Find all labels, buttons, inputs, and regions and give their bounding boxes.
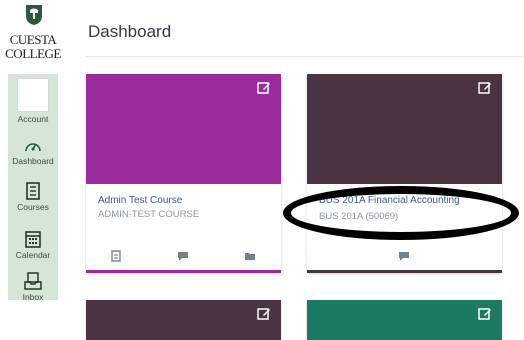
card-hero[interactable] — [86, 300, 281, 340]
nav-account[interactable]: Account — [0, 76, 66, 128]
courses-icon — [26, 182, 40, 200]
course-card-admin[interactable]: Admin Test Course ADMIN-TEST COURSE — [86, 74, 281, 273]
nav-courses[interactable]: Courses — [0, 182, 66, 212]
card-hero[interactable] — [86, 74, 281, 184]
logo-line-2: COLLEGE — [5, 46, 61, 61]
header-divider — [86, 56, 524, 57]
card-bottom-bar — [307, 270, 502, 273]
college-logo[interactable]: CUESTA COLLEGE — [0, 0, 66, 70]
card-subtitle: ADMIN-TEST COURSE — [98, 209, 200, 220]
nav-inbox-label: Inbox — [22, 292, 44, 302]
edit-icon[interactable] — [478, 307, 492, 321]
course-card-4[interactable] — [307, 300, 502, 340]
nav-calendar-label: Calendar — [15, 250, 51, 260]
course-card-3[interactable] — [86, 300, 281, 340]
redaction-ellipse — [283, 186, 519, 240]
nav-dashboard-label: Dashboard — [12, 156, 54, 166]
nav-calendar[interactable]: Calendar — [0, 230, 66, 260]
nav-dashboard[interactable]: Dashboard — [0, 138, 66, 166]
calendar-icon — [25, 231, 41, 248]
card-hero[interactable] — [307, 300, 502, 340]
files-icon[interactable] — [244, 250, 256, 262]
nav-courses-label: Courses — [17, 202, 49, 212]
edit-icon[interactable] — [257, 81, 271, 95]
card-actions — [86, 250, 281, 266]
card-actions — [307, 250, 502, 266]
nav-inbox[interactable]: Inbox — [0, 272, 66, 302]
page-title: Dashboard — [88, 22, 172, 41]
global-nav: CUESTA COLLEGE Account Dashboard Courses — [0, 0, 66, 321]
edit-icon[interactable] — [257, 307, 271, 321]
inbox-icon — [24, 272, 42, 290]
dashboard-icon — [25, 143, 41, 152]
nav-account-label: Account — [17, 114, 49, 124]
avatar — [17, 78, 49, 112]
card-title[interactable]: Admin Test Course — [98, 195, 182, 206]
card-hero[interactable] — [307, 74, 502, 184]
assignments-icon[interactable] — [110, 250, 122, 262]
discussions-icon[interactable] — [398, 250, 410, 262]
card-bottom-bar — [86, 270, 281, 273]
course-card-bus201a[interactable]: BUS 201A Financial Accounting BUS 201A (… — [307, 74, 502, 273]
logo-shield-icon — [26, 5, 42, 25]
discussions-icon[interactable] — [177, 250, 189, 262]
edit-icon[interactable] — [478, 81, 492, 95]
